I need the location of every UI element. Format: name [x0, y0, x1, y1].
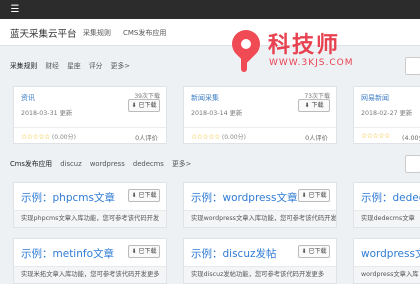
download-label: 已下载	[138, 192, 157, 199]
tab-rules[interactable]: 采集规则	[10, 62, 37, 70]
rule-date: 2018-02-27 更新	[361, 110, 413, 117]
app-description: 实现discuz发帖功能，您可参考该代码开发更多	[184, 266, 336, 283]
watermark-logo: 科技师 WWW.3KJS.COM	[226, 24, 363, 76]
app-description: wordpress文章入库	[354, 266, 420, 283]
app-title[interactable]: 示例：dedecm	[361, 190, 420, 205]
rating-score: (0.00分)	[51, 134, 76, 141]
side-toggle-button[interactable]	[405, 155, 420, 173]
nav-link-rules[interactable]: 采集规则	[83, 28, 111, 38]
tab-dedecms[interactable]: dedecms	[133, 160, 164, 168]
pin-tail	[241, 58, 247, 72]
download-button[interactable]: ⬇ 已下载	[298, 245, 330, 258]
review-count: (4.00分	[402, 135, 420, 142]
tab-discuz[interactable]: discuz	[60, 160, 81, 168]
tab-more[interactable]: 更多>	[172, 160, 191, 168]
download-button[interactable]: ⬇ 已下载	[128, 189, 160, 202]
rule-name[interactable]: 资讯	[21, 93, 35, 103]
app-description: 实现wordpress文章入库功能，您可参考该代码开发	[184, 210, 336, 227]
app-description: 实现phpcms文章入库功能，您可参考该代码开发	[14, 210, 166, 227]
app-title[interactable]: 示例：phpcms文章	[21, 190, 115, 205]
menu-icon[interactable]: ☰	[9, 4, 21, 15]
app-title[interactable]: 示例：discuz发帖	[191, 246, 277, 261]
stars-icon: ☆☆☆☆☆	[191, 133, 220, 141]
tab-horoscope[interactable]: 星座	[67, 62, 81, 70]
download-button[interactable]: ⬇ 下载	[298, 99, 330, 112]
app-title[interactable]: 示例：metinfo文章	[21, 246, 114, 261]
app-description: 实现dedecms文章	[354, 210, 420, 227]
download-button[interactable]: ⬇ 已下载	[128, 99, 160, 112]
tab-wordpress[interactable]: wordpress	[90, 160, 125, 168]
rules-category-tabs: 采集规则 财经 星座 评分 更多>	[10, 60, 136, 74]
tab-more[interactable]: 更多>	[111, 62, 130, 70]
download-label: 已下载	[138, 102, 157, 109]
tab-cms[interactable]: Cms发布应用	[10, 160, 52, 168]
rule-card[interactable]: 网易新闻 2018-02-27 更新 ☆☆☆☆☆ (4.00分	[353, 86, 420, 144]
app-card[interactable]: 示例：dedecm 实现dedecms文章	[353, 182, 420, 228]
cms-category-tabs: Cms发布应用 discuz wordpress dedecms 更多>	[10, 158, 197, 172]
app-card[interactable]: 示例：wordpress文章 ⬇ 已下载 实现wordpress文章入库功能，您…	[183, 182, 337, 228]
rule-name[interactable]: 网易新闻	[361, 93, 389, 103]
tab-finance[interactable]: 财经	[45, 62, 59, 70]
site-title[interactable]: 蓝天采集云平台	[10, 26, 77, 40]
rule-card[interactable]: 资讯 2018-03-31 更新 39次下载 ⬇ 已下载 ☆☆☆☆☆ (0.00分…	[13, 86, 167, 144]
nav-link-cms[interactable]: CMS发布应用	[123, 28, 166, 38]
rating-stars[interactable]: ☆☆☆☆☆ (0.00分)	[191, 132, 246, 141]
download-button[interactable]: ⬇ 已下载	[128, 245, 160, 258]
download-label: 已下载	[138, 248, 157, 255]
review-count: 0人评价	[305, 135, 328, 142]
rule-date: 2018-03-14 更新	[191, 110, 243, 117]
app-title[interactable]: wordpress文章	[361, 246, 420, 261]
app-card[interactable]: wordpress文章 wordpress文章入库	[353, 238, 420, 284]
review-count: 0人评价	[135, 135, 158, 142]
app-card[interactable]: 示例：discuz发帖 ⬇ 已下载 实现discuz发帖功能，您可参考该代码开发…	[183, 238, 337, 284]
tab-rating[interactable]: 评分	[89, 62, 103, 70]
rule-date: 2018-03-31 更新	[21, 110, 73, 117]
download-label: 下载	[311, 102, 324, 109]
rule-card[interactable]: 新闻采集 2018-03-14 更新 73次下载 ⬇ 下载 ☆☆☆☆☆ (0.00…	[183, 86, 337, 144]
download-label: 已下载	[308, 248, 327, 255]
app-description: 实现米拓文章入库功能，您可参考该代码开发更多	[14, 266, 166, 283]
rating-score: (0.00分)	[221, 134, 246, 141]
download-label: 已下载	[308, 192, 327, 199]
logo-name: 科技师	[268, 33, 341, 58]
stars-icon: ☆☆☆☆☆	[361, 132, 390, 140]
app-card[interactable]: 示例：metinfo文章 ⬇ 已下载 实现米拓文章入库功能，您可参考该代码开发更…	[13, 238, 167, 284]
rating-stars[interactable]: ☆☆☆☆☆	[361, 132, 390, 140]
app-card[interactable]: 示例：phpcms文章 ⬇ 已下载 实现phpcms文章入库功能，您可参考该代码…	[13, 182, 167, 228]
rating-stars[interactable]: ☆☆☆☆☆ (0.00分)	[21, 132, 76, 141]
app-title[interactable]: 示例：wordpress文章	[191, 190, 297, 205]
side-toggle-button[interactable]	[405, 57, 420, 75]
rule-name[interactable]: 新闻采集	[191, 93, 219, 103]
logo-url: WWW.3KJS.COM	[269, 58, 354, 68]
top-bar: ☰	[0, 0, 420, 19]
stars-icon: ☆☆☆☆☆	[21, 133, 50, 141]
download-button[interactable]: ⬇ 已下载	[298, 189, 330, 202]
